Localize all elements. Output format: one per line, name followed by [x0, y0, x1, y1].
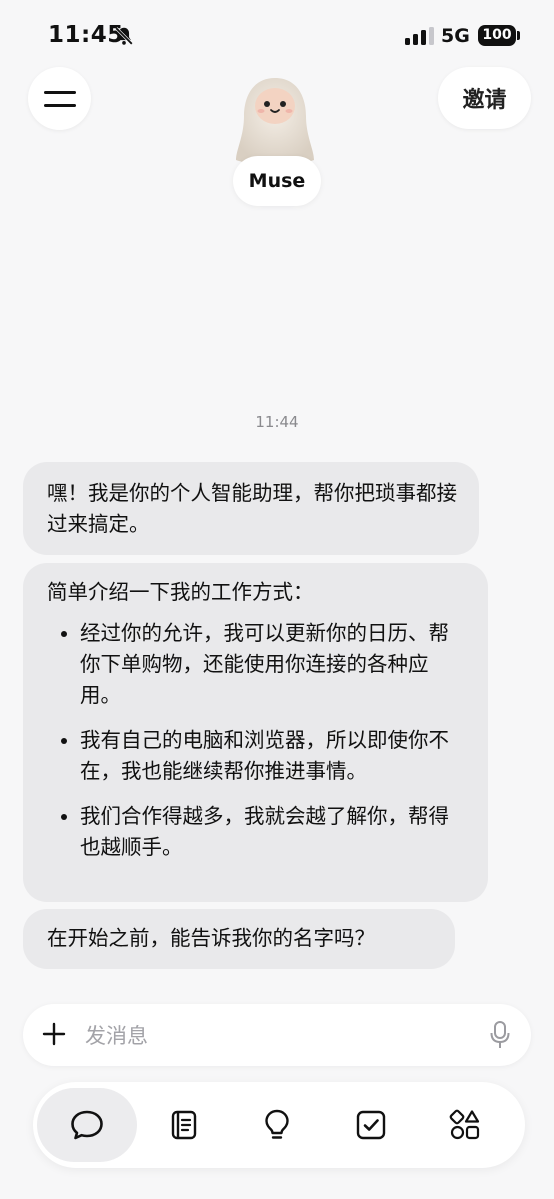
chat-bubble-icon [71, 1110, 103, 1140]
assistant-avatar[interactable] [230, 74, 320, 166]
plus-icon[interactable] [42, 1022, 66, 1046]
checkbox-icon [356, 1110, 386, 1140]
network-type: 5G [441, 25, 470, 47]
nav-chat[interactable] [37, 1088, 137, 1162]
message-text: 在开始之前，能告诉我你的名字吗？ [47, 926, 375, 950]
message-bullet-list: 经过你的允许，我可以更新你的日历、帮你下单购物，还能使用你连接的各种应用。 我有… [47, 618, 468, 863]
message-bubble: 简单介绍一下我的工作方式： 经过你的允许，我可以更新你的日历、帮你下单购物，还能… [23, 563, 488, 902]
battery-tip [517, 31, 520, 40]
message-text: 嘿！我是你的个人智能助理，帮你把琐事都接过来搞定。 [47, 481, 457, 536]
notes-icon [171, 1110, 197, 1140]
bottom-nav [33, 1082, 525, 1168]
chat-timestamp: 11:44 [255, 413, 299, 431]
bell-muted-icon [115, 27, 133, 45]
message-bubble: 嘿！我是你的个人智能助理，帮你把琐事都接过来搞定。 [23, 462, 479, 555]
invite-button[interactable]: 邀请 [438, 67, 531, 129]
message-bullet: 经过你的允许，我可以更新你的日历、帮你下单购物，还能使用你连接的各种应用。 [80, 618, 468, 711]
nav-ideas[interactable] [227, 1088, 327, 1162]
assistant-name-pill[interactable]: Muse [233, 156, 321, 206]
message-bullet: 我们合作得越多，我就会越了解你，帮得也越顺手。 [80, 801, 468, 863]
nav-apps[interactable] [415, 1088, 515, 1162]
hamburger-icon [43, 90, 76, 107]
battery-icon: 100 [478, 25, 516, 46]
shapes-icon [449, 1109, 480, 1140]
microphone-icon[interactable] [490, 1021, 510, 1049]
lightbulb-icon [265, 1109, 289, 1139]
message-bubble: 在开始之前，能告诉我你的名字吗？ [23, 909, 455, 969]
menu-button[interactable] [28, 67, 91, 130]
signal-icon [405, 27, 434, 45]
message-bullet: 我有自己的电脑和浏览器，所以即使你不在，我也能继续帮你推进事情。 [80, 725, 468, 787]
nav-notes[interactable] [133, 1088, 233, 1162]
nav-tasks[interactable] [321, 1088, 421, 1162]
assistant-name: Muse [248, 170, 306, 192]
message-intro: 简单介绍一下我的工作方式： [47, 580, 314, 604]
message-composer [23, 1004, 531, 1066]
message-input[interactable] [83, 1016, 467, 1056]
status-bar: 11:45 5G 100 [0, 0, 554, 70]
